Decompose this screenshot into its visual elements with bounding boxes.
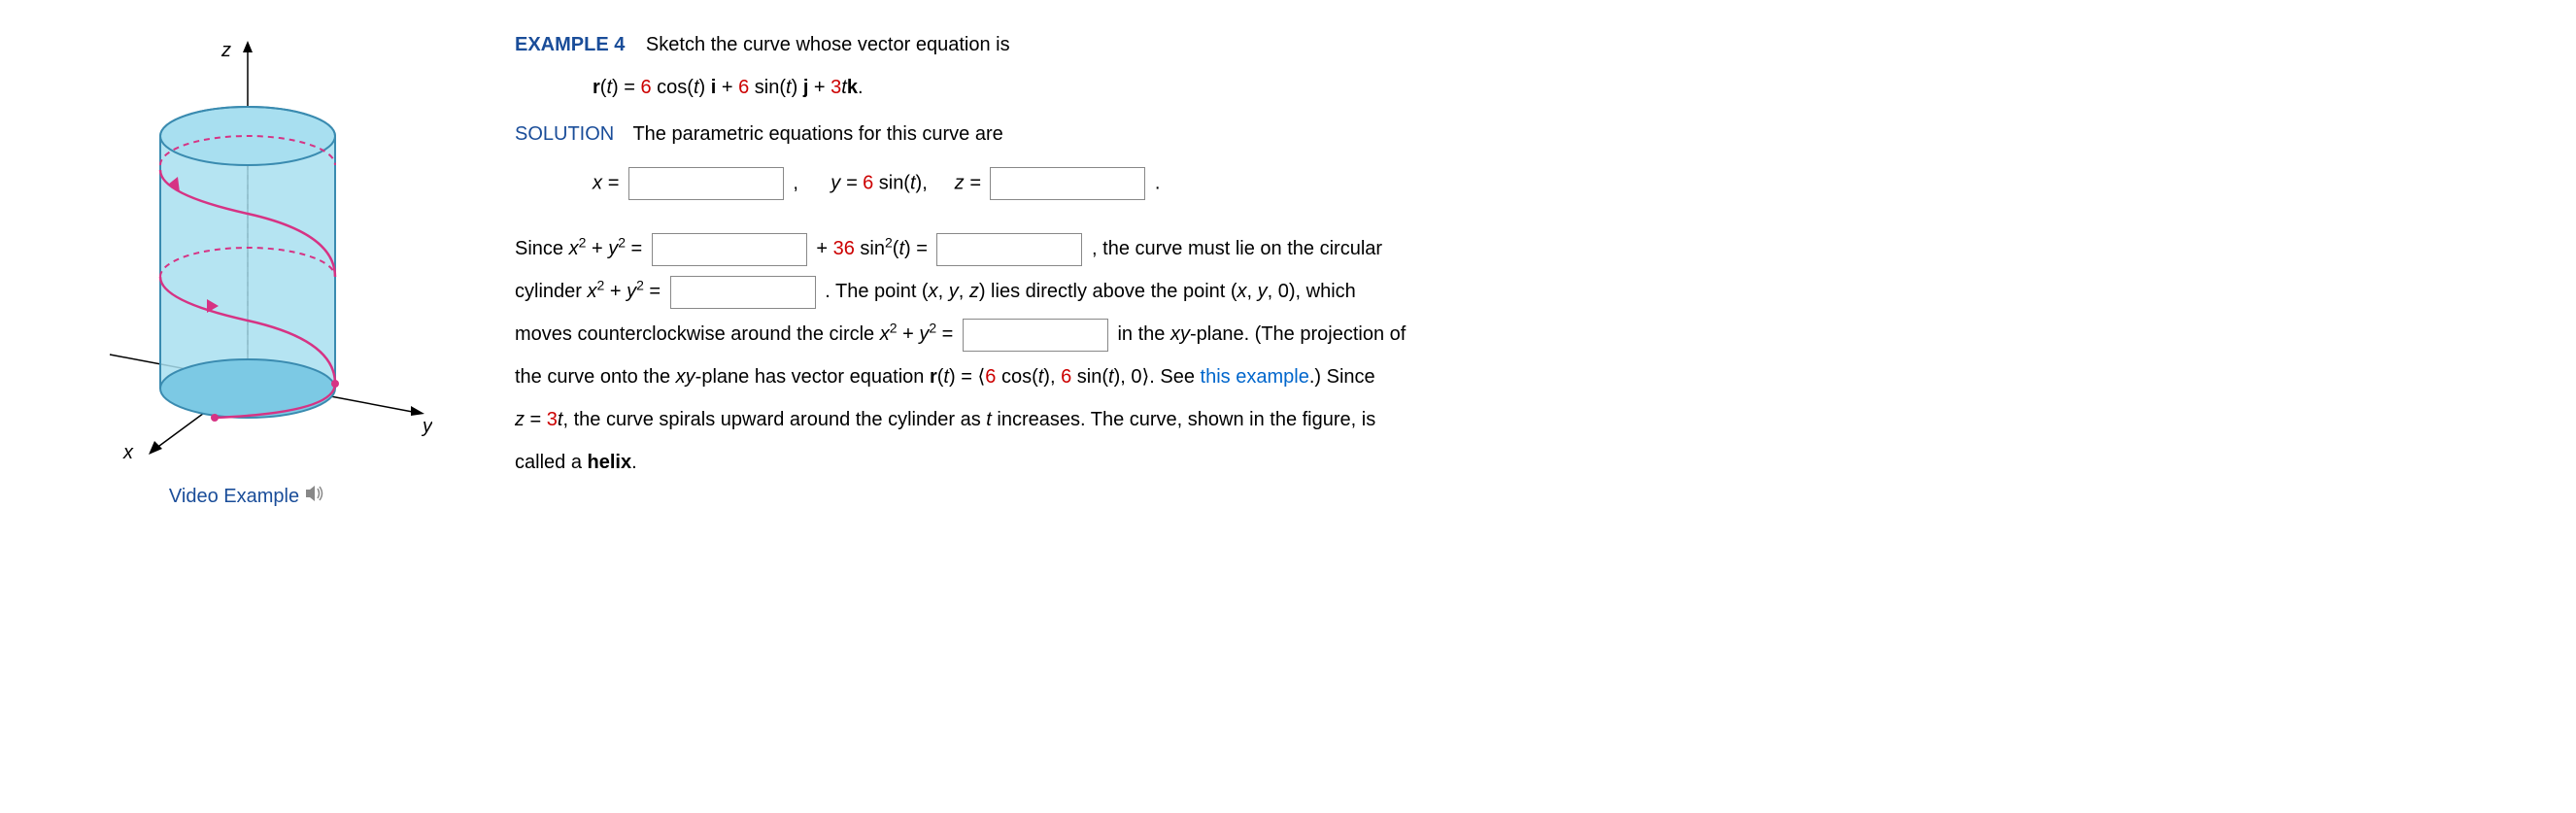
input-cyl[interactable] <box>670 276 816 309</box>
solution-label: SOLUTION <box>515 123 614 145</box>
x-axis-label: x <box>122 442 134 463</box>
input-sum[interactable] <box>936 233 1082 266</box>
input-cos-sq[interactable] <box>652 233 807 266</box>
figure-column: z y x Video Example <box>39 29 457 512</box>
example-label: EXAMPLE 4 <box>515 34 625 55</box>
solution-intro: SOLUTION The parametric equations for th… <box>515 119 1583 150</box>
this-example-link[interactable]: this example <box>1201 366 1309 388</box>
video-example-link[interactable]: Video Example <box>169 481 326 512</box>
speaker-icon <box>305 481 326 512</box>
input-circle[interactable] <box>963 319 1108 352</box>
helix-figure: z y x <box>63 29 432 466</box>
video-example-label: Video Example <box>169 481 299 512</box>
parametric-line: x = , y = 6 sin(t), z = . <box>515 167 1583 200</box>
example-heading: EXAMPLE 4 Sketch the curve whose vector … <box>515 29 1583 60</box>
vector-equation: r(t) = 6 cos(t) i + 6 sin(t) j + 3tk. <box>515 72 1583 103</box>
solution-body: Since x2 + y2 = + 36 sin2(t) = , the cur… <box>515 227 1583 484</box>
input-z[interactable] <box>990 167 1145 200</box>
content-column: EXAMPLE 4 Sketch the curve whose vector … <box>515 29 1583 512</box>
y-axis-label: y <box>421 416 432 437</box>
z-axis-label: z <box>220 40 231 61</box>
example-prompt: Sketch the curve whose vector equation i… <box>646 34 1010 55</box>
input-x[interactable] <box>628 167 784 200</box>
